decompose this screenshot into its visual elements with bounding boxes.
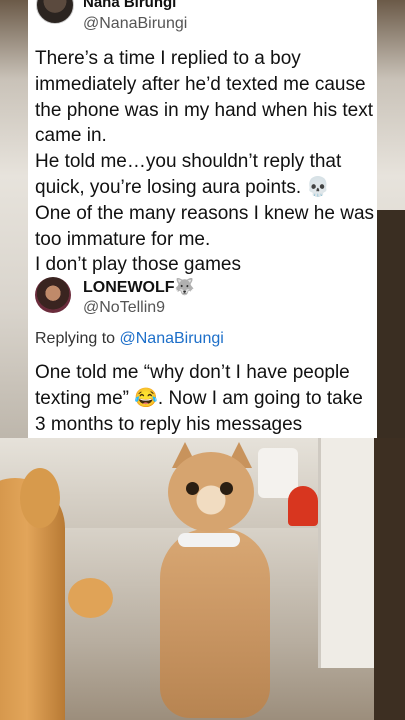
cat-body xyxy=(160,528,270,718)
replying-to-label: Replying to xyxy=(35,330,120,347)
cat-eye-left xyxy=(186,482,199,495)
replying-to: Replying to @NanaBirungi xyxy=(35,330,224,348)
cat-eye-right xyxy=(220,482,233,495)
tweet-text: There’s a time I replied to a boy immedi… xyxy=(35,48,375,276)
reply-avatar[interactable] xyxy=(35,277,71,313)
replying-to-mention[interactable]: @NanaBirungi xyxy=(120,330,224,347)
cat-head xyxy=(168,452,254,532)
tweet-card: Nana Birungi @NanaBirungi There’s a time… xyxy=(28,0,377,438)
avatar[interactable] xyxy=(36,0,74,24)
plush-toy xyxy=(68,578,113,618)
cat-collar xyxy=(178,533,240,547)
door xyxy=(318,438,377,668)
background-wall xyxy=(375,210,405,440)
mushroom-toy xyxy=(288,486,318,526)
dog-tail xyxy=(20,468,60,528)
reply-author-name[interactable]: LONEWOLF🐺 xyxy=(83,277,194,297)
author-handle[interactable]: @NanaBirungi xyxy=(83,15,187,33)
author-name[interactable]: Nana Birungi xyxy=(83,0,176,11)
dark-wall xyxy=(374,438,405,720)
cat-video-photo xyxy=(0,438,405,720)
reply-text: One told me “why don’t I have people tex… xyxy=(35,362,363,435)
reply-author-handle[interactable]: @NoTellin9 xyxy=(83,299,165,317)
